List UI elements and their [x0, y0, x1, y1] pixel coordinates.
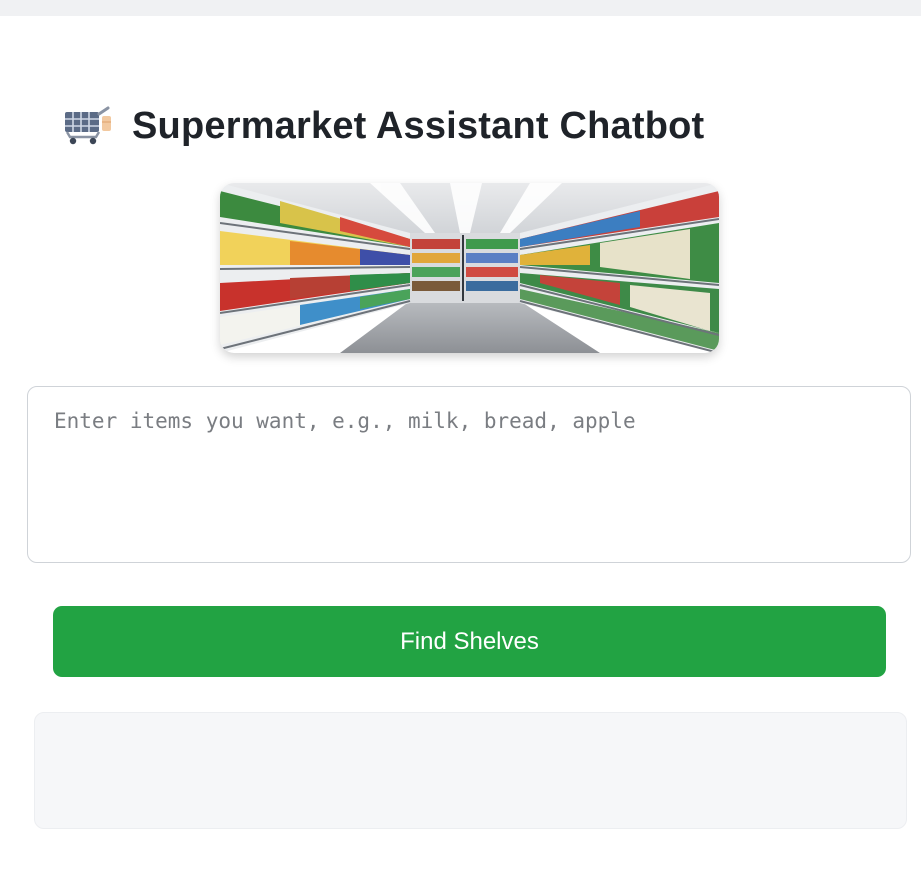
results-panel — [34, 712, 907, 829]
shopping-cart-icon — [62, 106, 114, 146]
find-shelves-button[interactable]: Find Shelves — [53, 606, 886, 677]
top-bar — [0, 0, 921, 16]
page-header: Supermarket Assistant Chatbot — [62, 100, 704, 152]
items-input[interactable] — [27, 386, 911, 563]
page-title: Supermarket Assistant Chatbot — [132, 104, 705, 147]
supermarket-aisle-image — [220, 183, 719, 353]
